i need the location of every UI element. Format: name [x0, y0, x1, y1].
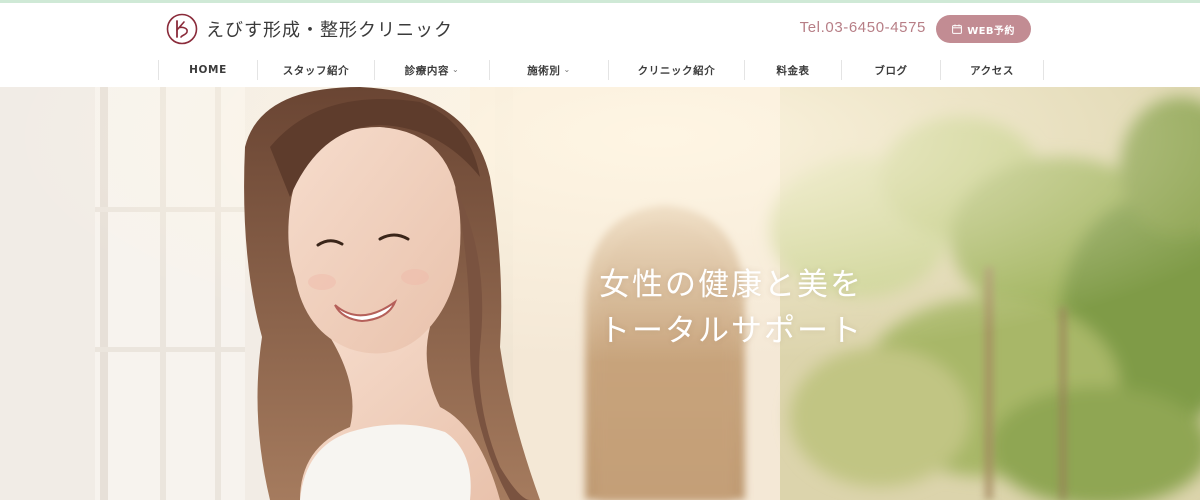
phone-number[interactable]: Tel.03-6450-4575 — [800, 19, 926, 36]
hero-headline-line-2: トータルサポート — [599, 313, 863, 349]
nav-item-label: HOME — [189, 64, 227, 76]
chevron-down-icon: ⌄ — [563, 64, 571, 74]
nav-item-label: ブログ — [874, 64, 908, 77]
nav-item-label: アクセス — [970, 64, 1014, 77]
nav-item-home[interactable]: HOME — [158, 60, 257, 80]
web-reservation-button[interactable]: WEB予約 — [936, 15, 1031, 43]
calendar-icon — [952, 24, 963, 34]
site-header: えびす形成・整形クリニック Tel.03-6450-4575 WEB予約 HOM… — [0, 3, 1200, 87]
clinic-logo-icon — [166, 13, 198, 45]
hero-banner: 女性の健康と美を トータルサポート — [0, 87, 1200, 500]
nav-item-clinic[interactable]: クリニック紹介 — [608, 60, 744, 80]
nav-item-access[interactable]: アクセス — [940, 60, 1044, 80]
nav-item-label: 施術別 — [527, 64, 561, 77]
hero-headline-line-1: 女性の健康と美を — [599, 267, 863, 303]
nav-item-treatments[interactable]: 診療内容 ⌄ — [374, 60, 489, 80]
web-reservation-label: WEB予約 — [967, 25, 1015, 37]
nav-item-label: 料金表 — [776, 64, 810, 77]
clinic-name: えびす形成・整形クリニック — [206, 20, 453, 41]
nav-item-staff[interactable]: スタッフ紹介 — [257, 60, 374, 80]
nav-item-label: スタッフ紹介 — [282, 64, 350, 77]
site-logo[interactable]: えびす形成・整形クリニック — [166, 12, 453, 46]
nav-item-blog[interactable]: ブログ — [841, 60, 940, 80]
nav-item-procedures[interactable]: 施術別 ⌄ — [489, 60, 608, 80]
nav-item-pricing[interactable]: 料金表 — [744, 60, 841, 80]
nav-item-label: クリニック紹介 — [637, 64, 716, 77]
main-nav: HOME スタッフ紹介 診療内容 ⌄ 施術別 ⌄ クリニック紹介 料金表 ブログ… — [158, 60, 1044, 80]
chevron-down-icon: ⌄ — [452, 64, 460, 74]
nav-item-label: 診療内容 — [404, 64, 450, 77]
hero-headline: 女性の健康と美を トータルサポート — [599, 262, 863, 354]
